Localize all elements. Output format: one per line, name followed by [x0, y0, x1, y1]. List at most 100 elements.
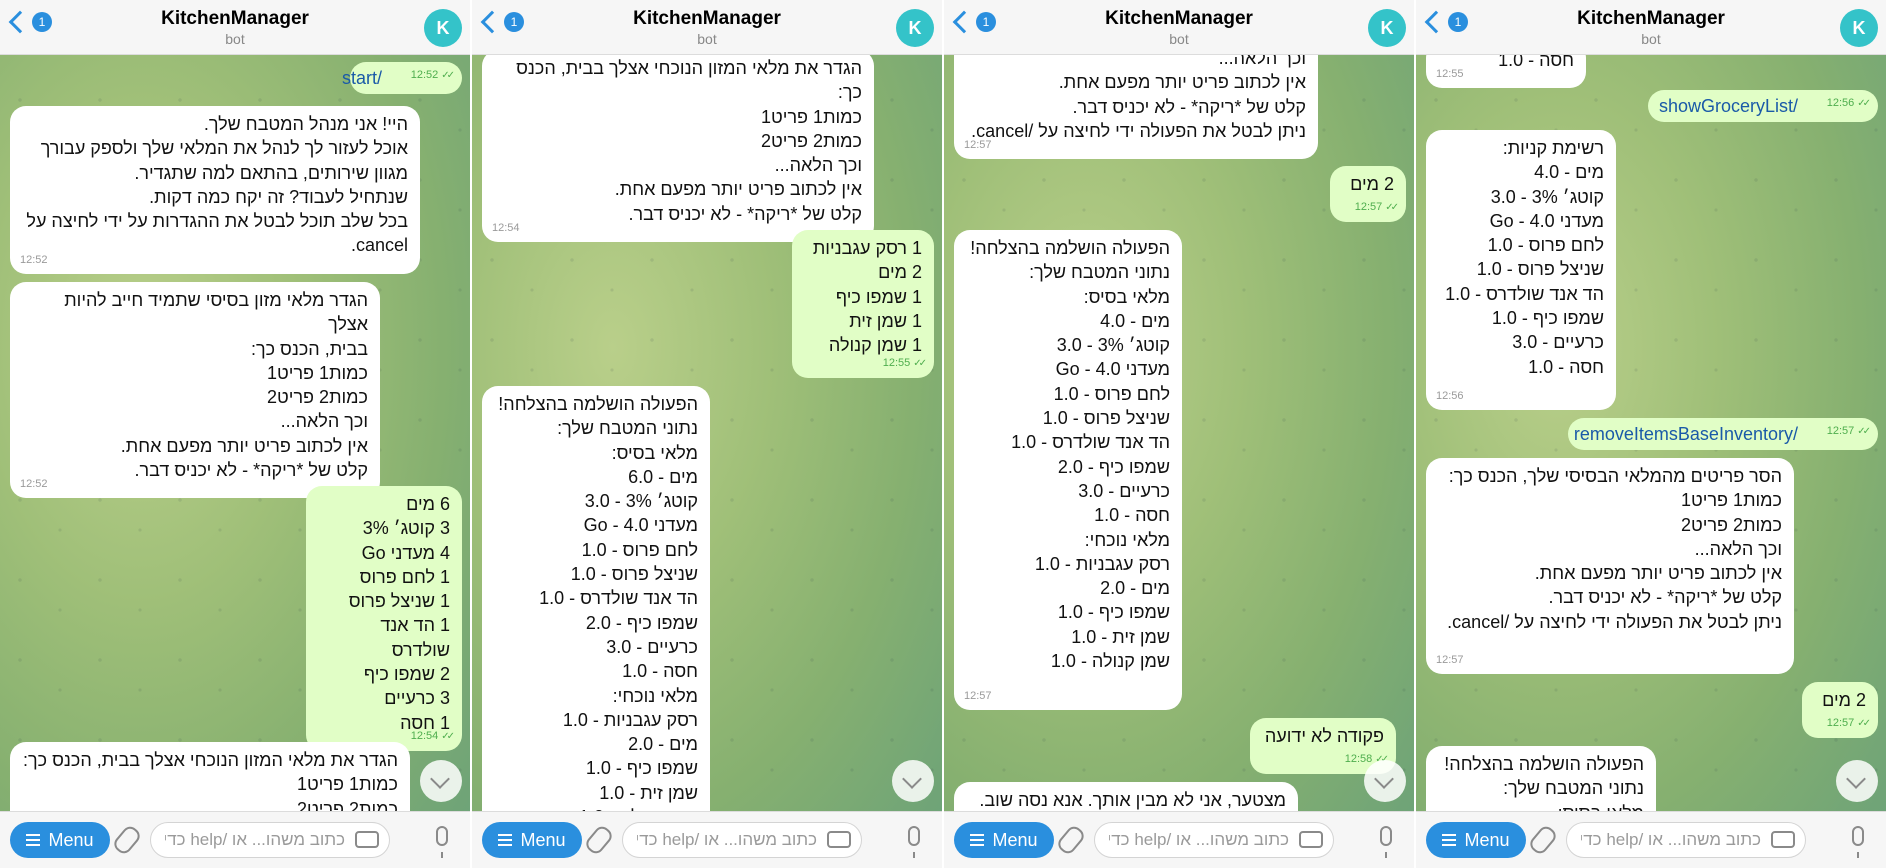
outgoing-message[interactable]: /showGroceryList 12:56 [1648, 90, 1878, 123]
attach-icon[interactable] [583, 823, 615, 857]
incoming-message[interactable]: הגדר את מלאי המזון הנוכחי אצלך בבית, הכנ… [10, 742, 410, 812]
keyboard-icon[interactable] [355, 831, 379, 848]
avatar[interactable]: K [1368, 9, 1406, 47]
chat-title[interactable]: KitchenManager [944, 8, 1414, 30]
outgoing-message[interactable]: /start 12:52 [342, 62, 462, 95]
message-text: מצטער, אני לא מבין אותך. אנא נסה שוב. [979, 790, 1286, 810]
message-text: 2 מים [1822, 690, 1866, 710]
menu-label: Menu [1464, 829, 1510, 850]
incoming-message[interactable]: הסר פריטים מהמלאי הבסיסי שלך, הכנס כך: כ… [1426, 458, 1794, 674]
composer-bar: Menu [0, 811, 470, 868]
message-text: היי! אני מנהל המטבח שלך. אוכל לעזור לך ל… [26, 114, 408, 256]
menu-button[interactable]: Menu [482, 822, 582, 858]
outgoing-message[interactable]: 2 מים 12:57 [1330, 166, 1406, 222]
message-input-box [622, 822, 862, 858]
message-text: הגדר מלאי מזון בסיסי שתמיד חייב להיות אצ… [64, 290, 368, 481]
message-list[interactable]: חסה - 1.0 12:55/showGroceryList 12:56 רשימת… [1416, 54, 1886, 812]
avatar[interactable]: K [424, 9, 462, 47]
chat-subtitle: bot [1641, 31, 1661, 47]
incoming-message[interactable]: הפעולה הושלמה בהצלחה! נתוני המטבח שלך: מ… [1426, 746, 1656, 812]
message-input-box [1094, 822, 1334, 858]
menu-label: Menu [520, 829, 566, 850]
incoming-message[interactable]: חסה - 1.0 12:55 [1426, 54, 1586, 89]
message-timestamp: 12:57 [1827, 711, 1868, 736]
menu-button[interactable]: Menu [954, 822, 1054, 858]
message-text: 2 מים [1350, 174, 1394, 194]
chat-panel-3: 1 KitchenManager bot K וכך הלאה... אין ל… [944, 0, 1416, 868]
message-input[interactable] [151, 823, 389, 857]
menu-button[interactable]: Menu [1426, 822, 1526, 858]
chat-title[interactable]: KitchenManager [1416, 8, 1886, 30]
outgoing-message[interactable]: /removeItemsBaseInventory 12:57 [1568, 418, 1878, 451]
chat-subtitle: bot [697, 31, 717, 47]
chat-subtitle: bot [1169, 31, 1189, 47]
message-text: הגדר את מלאי המזון הנוכחי אצלך בבית, הכנ… [23, 750, 398, 812]
avatar[interactable]: K [896, 9, 934, 47]
message-text: חסה - 1.0 [1498, 54, 1574, 70]
composer-bar: Menu [944, 811, 1414, 868]
message-timestamp: 12:57 [1827, 419, 1868, 444]
incoming-message[interactable]: הגדר את מלאי המזון הנוכחי אצלך בבית, הכנ… [482, 54, 874, 243]
menu-label: Menu [48, 829, 94, 850]
attach-icon[interactable] [111, 823, 143, 857]
message-input[interactable] [623, 823, 861, 857]
message-text: וכך הלאה... אין לכתוב פריט יותר מפעם אחת… [971, 54, 1306, 141]
keyboard-icon[interactable] [1299, 831, 1323, 848]
scroll-down-button[interactable] [892, 760, 934, 802]
message-timestamp: 12:52 [20, 253, 48, 266]
message-timestamp: 12:56 [1827, 91, 1868, 116]
chat-header: 1 KitchenManager bot K [0, 0, 470, 55]
incoming-message[interactable]: וכך הלאה... אין לכתוב פריט יותר מפעם אחת… [954, 54, 1318, 160]
keyboard-icon[interactable] [1771, 831, 1795, 848]
chat-header: 1 KitchenManager bot K [944, 0, 1414, 55]
message-text: הסר פריטים מהמלאי הבסיסי שלך, הכנס כך: כ… [1447, 466, 1782, 632]
message-list[interactable]: /start12:52היי! אני מנהל המטבח שלך. אוכל… [0, 54, 470, 812]
microphone-icon[interactable] [908, 826, 920, 858]
chat-panel-1: 1 KitchenManager bot K /start12:52היי! א… [0, 0, 472, 868]
incoming-message[interactable]: מצטער, אני לא מבין אותך. אנא נסה שוב.12:… [954, 782, 1298, 812]
message-text: הפעולה הושלמה בהצלחה! נתוני המטבח שלך: מ… [1444, 754, 1644, 812]
chat-panel-4: 1 KitchenManager bot K חסה - 1.0 12:55/sh… [1416, 0, 1886, 868]
message-timestamp: 12:57 [1436, 653, 1464, 666]
chat-subtitle: bot [225, 31, 245, 47]
avatar[interactable]: K [1840, 9, 1878, 47]
incoming-message[interactable]: הפעולה הושלמה בהצלחה! נתוני המטבח שלך: מ… [482, 386, 710, 812]
incoming-message[interactable]: היי! אני מנהל המטבח שלך. אוכל לעזור לך ל… [10, 106, 420, 274]
menu-icon [970, 834, 985, 846]
microphone-icon[interactable] [436, 826, 448, 858]
chat-title[interactable]: KitchenManager [472, 8, 942, 30]
menu-icon [1442, 834, 1457, 846]
attach-icon[interactable] [1055, 823, 1087, 857]
message-input[interactable] [1095, 823, 1333, 857]
outgoing-message[interactable]: 1 רסק עגבניות 2 מים 1 שמפו כיף 1 שמן זית… [792, 230, 934, 378]
message-text: /start [341, 68, 382, 88]
menu-icon [26, 834, 41, 846]
outgoing-message[interactable]: 6 מים 3 קוטג׳ 3% 4 מעדני Go 1 לחם פרוס 1… [306, 486, 462, 751]
scroll-down-button[interactable] [420, 760, 462, 802]
message-text: 1 רסק עגבניות 2 מים 1 שמפו כיף 1 שמן זית… [812, 238, 922, 356]
menu-button[interactable]: Menu [10, 822, 110, 858]
incoming-message[interactable]: הגדר מלאי מזון בסיסי שתמיד חייב להיות אצ… [10, 282, 380, 499]
incoming-message[interactable]: רשימת קניות: מים - 4.0 קוטג׳ 3% - 3.0 מע… [1426, 130, 1616, 410]
message-input[interactable] [1567, 823, 1805, 857]
message-timestamp: 12:54 [411, 724, 452, 749]
message-text: /showGroceryList [1658, 96, 1798, 116]
chat-title[interactable]: KitchenManager [0, 8, 470, 30]
outgoing-message[interactable]: 2 מים 12:57 [1802, 682, 1878, 738]
keyboard-icon[interactable] [827, 831, 851, 848]
message-text: 6 מים 3 קוטג׳ 3% 4 מעדני Go 1 לחם פרוס 1… [348, 494, 450, 733]
message-text: הגדר את מלאי המזון הנוכחי אצלך בבית, הכנ… [516, 58, 862, 224]
message-list[interactable]: וכך הלאה... אין לכתוב פריט יותר מפעם אחת… [944, 54, 1414, 812]
chat-header: 1 KitchenManager bot K [1416, 0, 1886, 55]
message-timestamp: 12:52 [411, 63, 452, 88]
message-list[interactable]: הגדר את מלאי המזון הנוכחי אצלך בבית, הכנ… [472, 54, 942, 812]
microphone-icon[interactable] [1852, 826, 1864, 858]
message-text: רשימת קניות: מים - 4.0 קוטג׳ 3% - 3.0 מע… [1445, 138, 1604, 377]
microphone-icon[interactable] [1380, 826, 1392, 858]
incoming-message[interactable]: הפעולה הושלמה בהצלחה! נתוני המטבח שלך: מ… [954, 230, 1182, 710]
composer-bar: Menu [472, 811, 942, 868]
scroll-down-button[interactable] [1364, 760, 1406, 802]
scroll-down-button[interactable] [1836, 760, 1878, 802]
message-timestamp: 12:55 [883, 351, 924, 376]
attach-icon[interactable] [1527, 823, 1559, 857]
